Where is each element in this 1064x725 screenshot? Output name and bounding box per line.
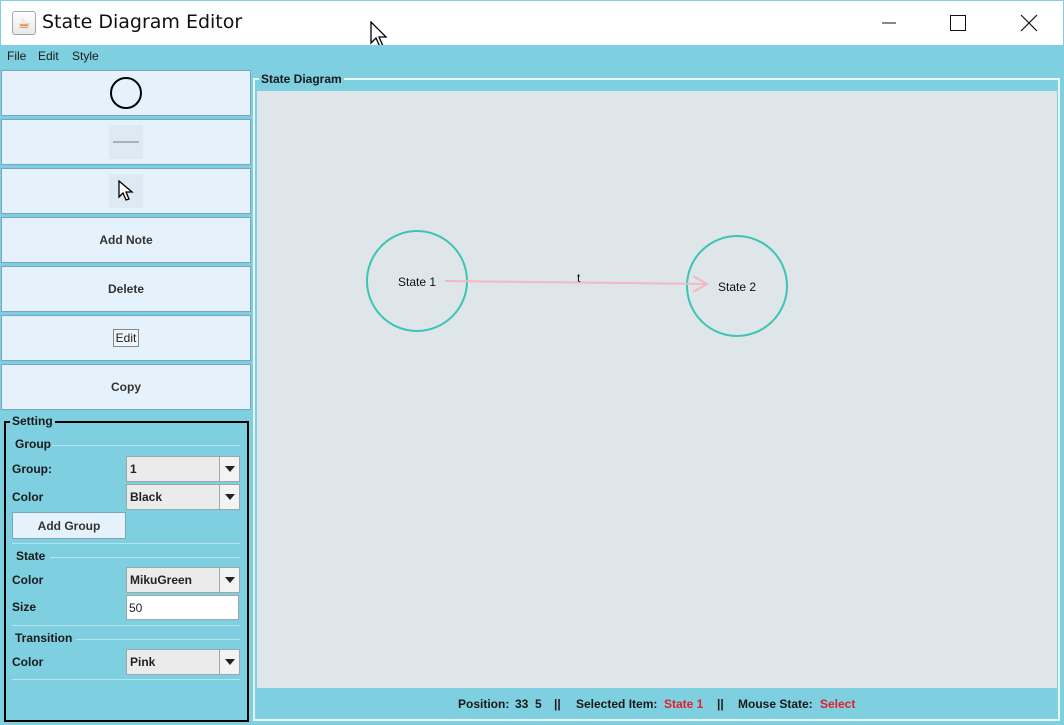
transition-bottom-separator [12,679,240,680]
state-color-label: Color [12,573,44,587]
chevron-down-icon [219,485,239,509]
transition-color-value: Pink [130,655,156,669]
add-group-button[interactable]: Add Group [12,512,126,539]
add-note-button[interactable]: Add Note [1,217,251,263]
status-separator-1: || [554,697,561,711]
copy-button[interactable]: Copy [1,364,251,410]
minimize-button[interactable] [866,1,912,45]
state-color-value: MikuGreen [130,573,193,587]
state-size-label: Size [12,600,37,614]
transition-color-select[interactable]: Pink [126,649,240,675]
maximize-icon [950,15,966,31]
state-label-2: State 2 [718,280,757,294]
maximize-button[interactable] [935,1,981,45]
select-tool-button[interactable] [1,168,251,214]
state-label-1: State 1 [398,275,437,289]
chevron-down-icon [219,457,239,481]
chevron-down-icon [219,650,239,674]
group-separator [52,445,240,446]
status-bar: Position: 33 5 || Selected Item: State 1… [257,690,1057,718]
diagram-canvas[interactable]: State 1 State 2 t [257,91,1057,688]
state-color-select[interactable]: MikuGreen [126,567,240,593]
state-size-input[interactable]: 50 [126,595,239,620]
arrow-cursor-icon [109,174,143,208]
window-title: State Diagram Editor [42,11,243,33]
edit-button-label: Edit [112,329,140,347]
circle-tool-button[interactable] [1,70,251,116]
group-label: Group: [12,462,52,476]
status-selected-label: Selected Item: [576,697,658,711]
line-tool-button[interactable] [1,119,251,165]
state-section-heading: State [16,549,46,563]
transition-label: t [577,271,581,285]
group-select[interactable]: 1 [126,456,240,482]
group-bottom-separator [12,543,240,544]
state-separator [50,557,240,558]
group-color-value: Black [130,490,163,504]
diagram-panel-title: State Diagram [259,72,344,86]
setting-panel-title: Setting [10,414,55,428]
menu-bar: File Edit Style [0,45,1064,67]
transition-color-label: Color [12,655,44,669]
line-icon [109,125,143,159]
status-position-value: 33 5 [515,697,542,711]
group-section-heading: Group [15,437,51,451]
group-color-select[interactable]: Black [126,484,240,510]
edit-button[interactable]: Edit [1,315,251,361]
status-selected-value: State 1 [664,697,704,711]
status-mouse-value: Select [820,697,856,711]
status-position-label: Position: [458,697,510,711]
close-button[interactable] [1006,1,1052,45]
group-color-label: Color [12,490,44,504]
delete-button[interactable]: Delete [1,266,251,312]
title-bar: ☕ State Diagram Editor [0,0,1064,48]
transition-separator [76,639,240,640]
minimize-icon [882,22,896,24]
status-mouse-label: Mouse State: [738,697,813,711]
state-bottom-separator [12,625,240,626]
transition-section-heading: Transition [15,631,73,645]
group-select-value: 1 [130,462,137,476]
menu-file[interactable]: File [7,49,26,63]
transition-line[interactable] [444,280,708,285]
java-app-icon: ☕ [12,11,36,35]
circle-icon [110,77,142,109]
menu-style[interactable]: Style [72,49,99,63]
diagram-drawing [366,230,788,337]
status-separator-2: || [717,697,724,711]
close-icon [1020,14,1038,32]
chevron-down-icon [219,568,239,592]
menu-edit[interactable]: Edit [38,49,59,63]
